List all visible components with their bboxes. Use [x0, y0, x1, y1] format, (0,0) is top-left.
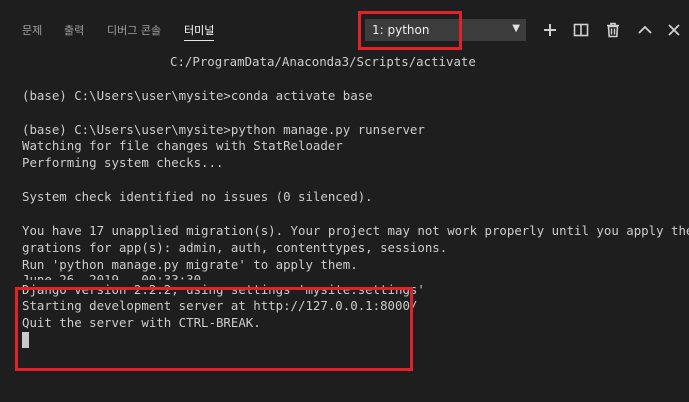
trash-icon[interactable]: [604, 21, 622, 39]
terminal-cursor-line: [22, 332, 689, 349]
terminal-cursor: [22, 332, 29, 349]
terminal-line: Starting development server at http://12…: [22, 298, 418, 314]
chevron-up-icon[interactable]: [636, 21, 654, 39]
terminal-select[interactable]: 1: python ▼: [365, 19, 526, 41]
close-icon[interactable]: [665, 21, 683, 39]
tab-debug-console[interactable]: 디버그 콘솔: [107, 22, 161, 38]
chevron-down-icon: ▼: [512, 23, 520, 34]
tab-problems[interactable]: 문제: [22, 22, 42, 38]
tab-terminal[interactable]: 터미널: [184, 22, 215, 41]
terminal-output[interactable]: C:/ProgramData/Anaconda3/Scripts/activat…: [22, 54, 689, 402]
terminal-line: Performing system checks...: [22, 155, 224, 171]
terminal-line: C:/ProgramData/Anaconda3/Scripts/activat…: [170, 54, 476, 69]
panel-tab-bar: 문제 출력 디버그 콘솔 터미널 1: python ▼: [0, 0, 689, 50]
split-icon[interactable]: [572, 21, 590, 39]
terminal-line: (base) C:\Users\user\mysite>conda activa…: [22, 87, 373, 103]
terminal-select-value: 1: python: [372, 23, 430, 37]
terminal-line: You have 17 unapplied migration(s). Your…: [22, 222, 689, 238]
terminal-line: System check identified no issues (0 sil…: [22, 189, 373, 205]
terminal-line: Django version 2.2.2, using settings 'my…: [22, 281, 425, 297]
terminal-line: Watching for file changes with StatReloa…: [22, 138, 343, 154]
terminal-line: (base) C:\Users\user\mysite>python manag…: [22, 121, 425, 137]
terminal-line: grations for app(s): admin, auth, conten…: [22, 239, 448, 255]
tab-output[interactable]: 출력: [64, 22, 84, 38]
terminal-panel: 문제 출력 디버그 콘솔 터미널 1: python ▼ C:/ProgramD…: [0, 0, 689, 402]
terminal-line-clipped: June 26, 2019 - 00:33:30: [22, 272, 202, 280]
terminal-line: Quit the server with CTRL-BREAK.: [22, 315, 261, 331]
plus-icon[interactable]: [541, 21, 559, 39]
